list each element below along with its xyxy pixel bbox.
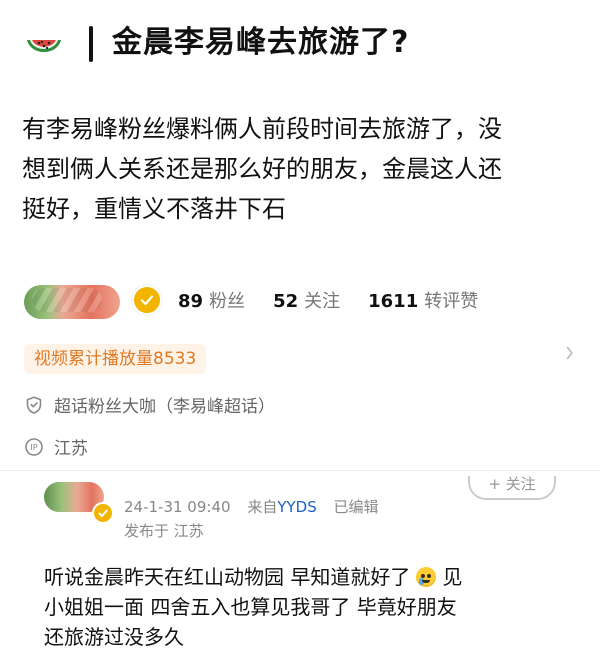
checkmark-icon xyxy=(140,295,154,306)
shield-icon xyxy=(26,395,42,414)
author-row: 89 粉丝 52 关注 1611 转评赞 xyxy=(24,283,584,321)
post-body: 有李易峰粉丝爆料俩人前段时间去旅游了，没 想到俩人关系还是那么好的朋友，金晨这人… xyxy=(22,109,582,229)
stat-label: 关注 xyxy=(304,291,341,312)
post-body-line: 想到俩人关系还是那么好的朋友，金晨这人还 xyxy=(22,155,502,183)
ip-location-text: 江苏 xyxy=(54,439,88,459)
comment-edited-label: 已编辑 xyxy=(333,498,379,516)
comment-datetime: 24-1-31 09:40 xyxy=(124,498,231,516)
post-body-line: 挺好，重情义不落井下石 xyxy=(22,195,286,223)
author-stats: 89 粉丝 52 关注 1611 转评赞 xyxy=(178,287,478,313)
comment-line-text: 听说金晨昨天在红山动物园 早知道就好了 xyxy=(44,565,411,589)
chevron-icon xyxy=(566,346,573,360)
follow-button[interactable]: + 关注 xyxy=(468,476,556,500)
stat-label: 转评赞 xyxy=(424,291,479,312)
post-body-line: 有李易峰粉丝爆料俩人前段时间去旅游了，没 xyxy=(22,115,502,143)
stat-fans[interactable]: 89 粉丝 xyxy=(178,287,245,313)
comment-body: 听说金晨昨天在红山动物园 早知道就好了 见 小姐姐一面 四舍五入也算见我哥了 毕竟… xyxy=(44,562,564,652)
header-divider xyxy=(89,26,93,62)
ip-location-row: IP 江苏 xyxy=(24,434,544,459)
v-badge-icon xyxy=(132,285,162,315)
stat-following[interactable]: 52 关注 xyxy=(273,287,340,313)
post-title: 金晨李易峰去旅游了? xyxy=(112,25,410,60)
post-header: 金晨李易峰去旅游了? xyxy=(0,8,600,72)
page: 金晨李易峰去旅游了? 有李易峰粉丝爆料俩人前段时间去旅游了，没 想到俩人关系还是… xyxy=(0,0,600,655)
mouth xyxy=(422,580,431,583)
watermelon-icon xyxy=(27,40,61,52)
checkmark-icon xyxy=(98,509,108,517)
comment-line: 还旅游过没多久 xyxy=(44,625,184,649)
crying-face-emoji-icon xyxy=(416,567,437,587)
ip-icon: IP xyxy=(25,437,43,456)
supertopic-tag-row[interactable]: 超话粉丝大咖（李易峰超话） xyxy=(24,392,544,417)
supertopic-tag-text: 超话粉丝大咖（李易峰超话） xyxy=(54,397,275,417)
comment-posted-from: 发布于 江苏 xyxy=(124,522,204,540)
comment-line: 小姐姐一面 四舍五入也算见我哥了 毕竟好朋友 xyxy=(44,595,457,619)
stat-engagement[interactable]: 1611 转评赞 xyxy=(368,287,478,313)
views-chip: 视频累计播放量8533 xyxy=(24,344,207,374)
svg-text:IP: IP xyxy=(30,443,37,452)
stat-number: 1611 xyxy=(368,291,419,312)
comment-meta: 24-1-31 09:40 来自YYDS 已编辑 xyxy=(124,496,379,517)
stat-number: 52 xyxy=(273,291,299,312)
author-avatar[interactable] xyxy=(24,285,120,319)
comment-line: 听说金晨昨天在红山动物园 早知道就好了 见 xyxy=(44,562,564,592)
comment-from-label: 来自 xyxy=(247,498,278,516)
v-badge-icon xyxy=(92,502,114,524)
stat-number: 89 xyxy=(178,291,204,312)
section-divider xyxy=(0,470,600,471)
stat-label: 粉丝 xyxy=(209,291,246,312)
comment-source[interactable]: YYDS xyxy=(277,498,316,516)
comment-line-text: 见 xyxy=(442,565,463,589)
